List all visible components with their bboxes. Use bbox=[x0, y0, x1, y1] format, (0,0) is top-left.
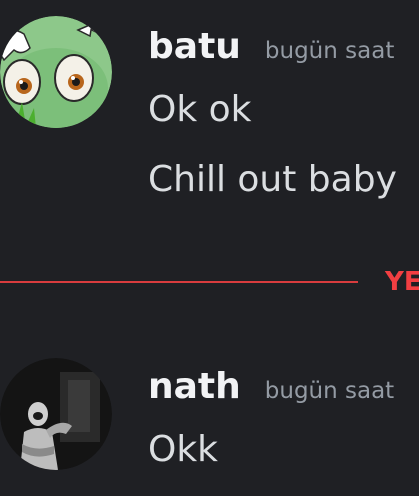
message-header: batu bugün saat bbox=[148, 26, 394, 67]
username[interactable]: nath bbox=[148, 366, 241, 407]
avatar[interactable] bbox=[0, 16, 112, 128]
new-messages-divider bbox=[0, 281, 358, 283]
new-messages-label: YE bbox=[385, 267, 419, 297]
timestamp[interactable]: bugün saat bbox=[265, 38, 394, 64]
chat-messages: batu bugün saat Ok ok Chill out baby YE … bbox=[0, 0, 419, 496]
username[interactable]: batu bbox=[148, 26, 241, 67]
message-group-nath: nath bugün saat Okk bbox=[0, 340, 419, 496]
message-text: Chill out baby bbox=[148, 159, 397, 200]
avatar[interactable] bbox=[0, 358, 112, 470]
cartoon-frog-avatar-icon bbox=[0, 16, 112, 128]
message-text: Ok ok bbox=[148, 89, 252, 130]
message-header: nath bugün saat bbox=[148, 366, 394, 407]
dark-photo-avatar-icon bbox=[0, 358, 112, 470]
timestamp[interactable]: bugün saat bbox=[265, 378, 394, 404]
message-group-batu: batu bugün saat Ok ok Chill out baby bbox=[0, 0, 419, 230]
message-text: Okk bbox=[148, 429, 219, 470]
